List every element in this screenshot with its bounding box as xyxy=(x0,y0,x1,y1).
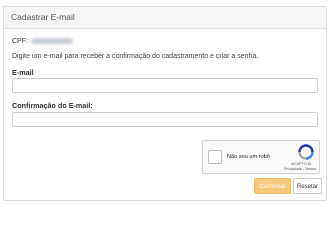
cpf-label: CPF: xyxy=(12,38,28,45)
recaptcha-privacy-terms-links[interactable]: Privacidade - Termos xyxy=(281,167,319,171)
email-label: E-mail xyxy=(12,68,34,77)
recaptcha-brand: reCAPTCHA xyxy=(290,162,312,166)
recaptcha-logo-icon xyxy=(298,144,314,160)
cpf-value-redacted xyxy=(30,38,73,45)
email-field[interactable] xyxy=(12,78,318,93)
recaptcha-checkbox[interactable] xyxy=(208,150,222,164)
register-email-panel: Cadastrar E-mail CPF: Digite um e-mail p… xyxy=(3,6,327,201)
reset-button[interactable]: Resetar xyxy=(293,178,322,194)
email-confirmation-label: Confirmação do E-mail: xyxy=(12,101,93,110)
panel-title: Cadastrar E-mail xyxy=(4,7,326,29)
confirm-button[interactable]: Confirmar xyxy=(254,178,291,194)
instruction-text: Digite um e-mail para receber a confirma… xyxy=(12,53,259,60)
email-confirmation-field[interactable] xyxy=(12,112,318,127)
cpf-row: CPF: xyxy=(12,38,73,45)
recaptcha-widget: Não sou um robô reCAPTCHA Privacidade - … xyxy=(202,140,320,174)
recaptcha-label: Não sou um robô xyxy=(227,154,270,160)
